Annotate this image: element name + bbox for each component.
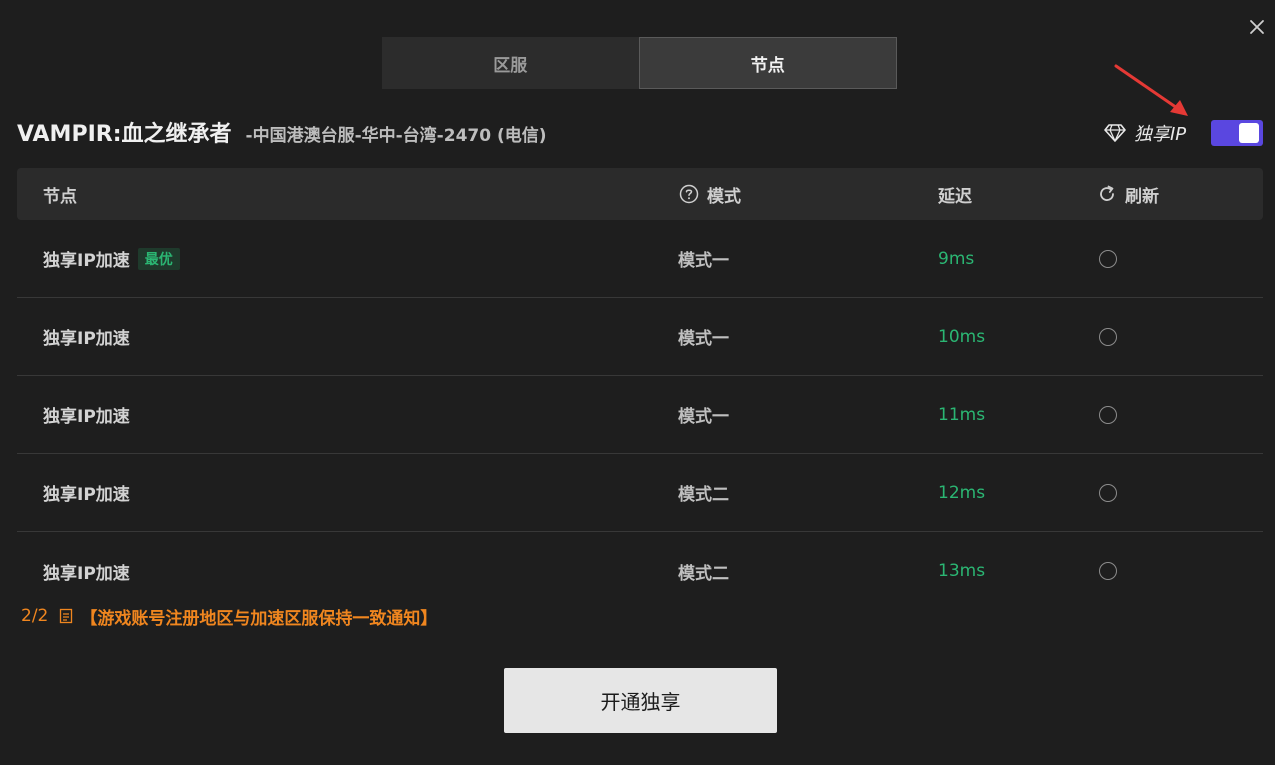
refresh-icon: [1100, 185, 1114, 201]
select-radio[interactable]: [1099, 405, 1117, 424]
header-refresh-label: 刷新: [1125, 186, 1159, 207]
node-cell: 独享IP加速 最优: [43, 220, 180, 297]
mode-cell: 模式一: [678, 329, 729, 349]
toggle-knob: [1239, 123, 1259, 143]
red-arrow-icon: [1114, 64, 1188, 116]
tab-node[interactable]: 节点: [638, 37, 897, 89]
exclusive-ip-toggle[interactable]: [1211, 120, 1263, 146]
mode-cell: 模式二: [678, 485, 729, 505]
table-row[interactable]: 独享IP加速 最优 模式一 9ms: [17, 220, 1263, 298]
node-cell: 独享IP加速: [43, 454, 130, 531]
node-cell: 独享IP加速: [43, 298, 130, 375]
table-row[interactable]: 独享IP加速 模式二 13ms: [17, 532, 1263, 610]
table-row[interactable]: 独享IP加速 模式一 11ms: [17, 376, 1263, 454]
header-mode-label: 模式: [707, 186, 741, 207]
game-title-bar: VAMPIR:血之继承者 -中国港澳台服-华中-台湾-2470 (电信): [17, 116, 547, 150]
header-latency-label: 延迟: [938, 186, 972, 207]
best-badge: 最优: [137, 247, 180, 270]
table-row[interactable]: 独享IP加速 模式二 12ms: [17, 454, 1263, 532]
notice-page-counter: 2/2: [21, 606, 49, 626]
question-circle-icon[interactable]: [679, 184, 699, 204]
exclusive-ip-label: 独享IP: [1134, 124, 1187, 145]
select-radio[interactable]: [1099, 249, 1117, 268]
mode-cell: 模式一: [678, 407, 729, 427]
tab-bar: 区服 节点: [382, 37, 897, 89]
exclusive-ip-label-group: 独享IP: [1103, 119, 1186, 147]
mode-cell: 模式一: [678, 251, 729, 271]
latency-cell: 11ms: [938, 404, 986, 425]
node-cell: 独享IP加速: [43, 532, 130, 610]
table-row[interactable]: 独享IP加速 模式一 10ms: [17, 298, 1263, 376]
select-radio-cell: [1099, 532, 1117, 610]
node-cell: 独享IP加速: [43, 376, 130, 453]
close-button[interactable]: [1246, 16, 1268, 38]
node-name: 独享IP加速: [43, 485, 130, 505]
header-node-label: 节点: [43, 186, 77, 207]
diamond-icon: [1104, 124, 1126, 142]
node-name: 独享IP加速: [43, 407, 130, 427]
header-node: 节点: [43, 168, 77, 220]
server-name: -中国港澳台服-华中-台湾-2470 (电信): [245, 126, 547, 146]
node-name: 独享IP加速: [43, 329, 130, 349]
select-radio-cell: [1099, 220, 1117, 297]
refresh-button[interactable]: 刷新: [1097, 168, 1159, 220]
document-icon: [60, 608, 73, 624]
header-mode[interactable]: 模式: [679, 168, 741, 220]
activate-exclusive-button[interactable]: 开通独享: [504, 668, 777, 733]
close-icon: [1250, 20, 1264, 34]
table-header: 节点 模式 延迟 刷新: [17, 168, 1263, 220]
tab-region[interactable]: 区服: [382, 37, 639, 89]
select-radio[interactable]: [1099, 562, 1117, 580]
latency-cell: 12ms: [938, 482, 986, 503]
node-name: 独享IP加速: [43, 251, 130, 271]
select-radio-cell: [1099, 376, 1117, 453]
select-radio[interactable]: [1099, 327, 1117, 346]
header-latency: 延迟: [938, 168, 972, 220]
notice-bar: 2/2 【游戏账号注册地区与加速区服保持一致通知】: [21, 603, 437, 629]
select-radio-cell: [1099, 298, 1117, 375]
node-name: 独享IP加速: [43, 563, 130, 584]
notice-link[interactable]: 【游戏账号注册地区与加速区服保持一致通知】: [80, 604, 437, 629]
select-radio-cell: [1099, 454, 1117, 531]
mode-cell: 模式二: [678, 563, 729, 584]
select-radio[interactable]: [1099, 483, 1117, 502]
latency-cell: 13ms: [938, 561, 986, 581]
latency-cell: 10ms: [938, 326, 986, 347]
game-name: VAMPIR:血之继承者: [17, 122, 232, 147]
latency-cell: 9ms: [938, 248, 975, 269]
